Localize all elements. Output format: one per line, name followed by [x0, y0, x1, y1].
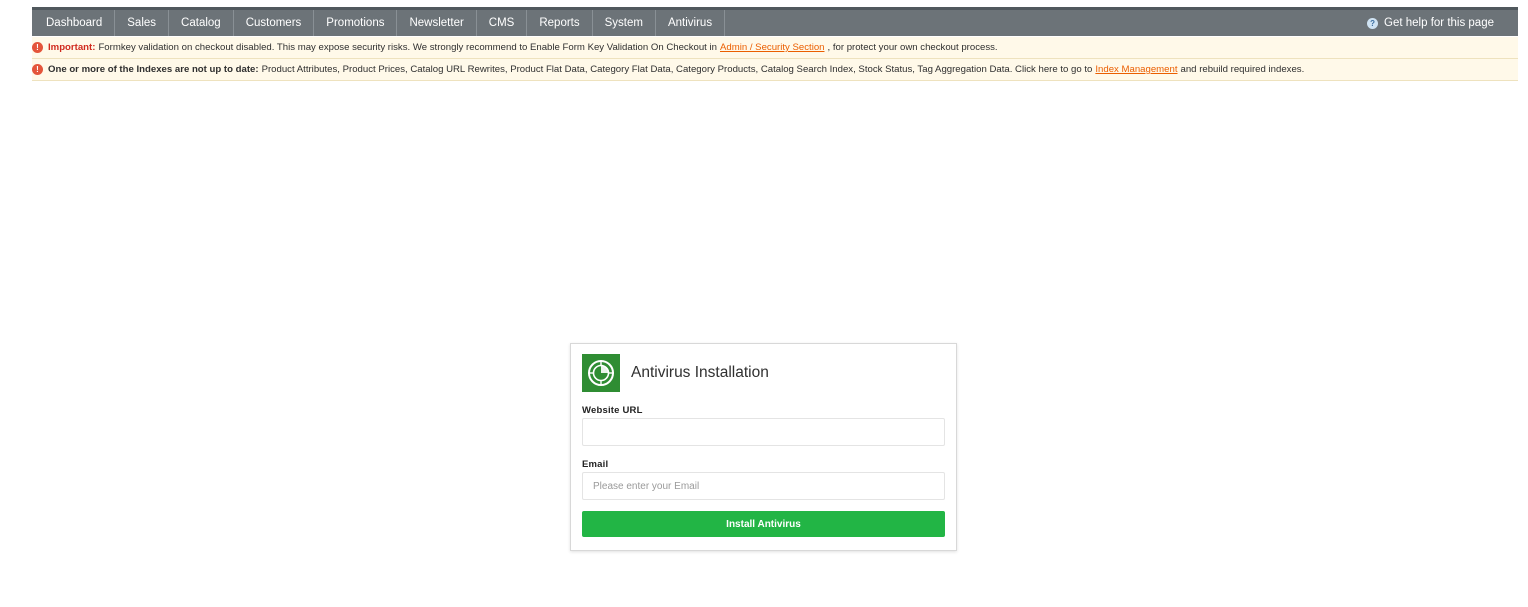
notice-indexes: ! One or more of the Indexes are not up …: [32, 59, 1518, 81]
index-management-link[interactable]: Index Management: [1095, 64, 1177, 75]
nav-item-cms[interactable]: CMS: [477, 10, 528, 36]
card-header: Antivirus Installation: [582, 354, 769, 392]
antivirus-install-card: Antivirus Installation Website URL Email…: [570, 343, 957, 551]
top-strip: [0, 0, 1528, 7]
nav-item-dashboard[interactable]: Dashboard: [32, 10, 116, 36]
nav-item-customers[interactable]: Customers: [234, 10, 315, 36]
antivirus-target-icon: [582, 354, 620, 392]
nav-item-promotions[interactable]: Promotions: [314, 10, 398, 36]
nav-item-reports[interactable]: Reports: [527, 10, 593, 36]
website-url-label: Website URL: [582, 405, 643, 416]
card-title: Antivirus Installation: [631, 364, 769, 381]
notice-heading: One or more of the Indexes are not up to…: [48, 64, 259, 75]
alert-circle-icon: !: [32, 42, 43, 53]
website-url-input[interactable]: [582, 418, 945, 446]
admin-nav-bar: Dashboard Sales Catalog Customers Promot…: [32, 7, 1518, 36]
notice-important: ! Important: Formkey validation on check…: [32, 37, 1518, 59]
admin-page: Dashboard Sales Catalog Customers Promot…: [0, 0, 1528, 607]
notice-heading: Important:: [48, 42, 96, 53]
email-input[interactable]: [582, 472, 945, 500]
notice-text: Formkey validation on checkout disabled.…: [98, 42, 717, 53]
nav-item-system[interactable]: System: [593, 10, 656, 36]
nav-item-newsletter[interactable]: Newsletter: [397, 10, 477, 36]
help-link[interactable]: ? Get help for this page: [1367, 17, 1518, 29]
email-label: Email: [582, 459, 609, 470]
question-circle-icon: ?: [1367, 17, 1379, 29]
install-antivirus-button[interactable]: Install Antivirus: [582, 511, 945, 537]
notice-text: Product Attributes, Product Prices, Cata…: [261, 64, 1093, 75]
nav-item-catalog[interactable]: Catalog: [169, 10, 234, 36]
help-link-label: Get help for this page: [1384, 17, 1494, 29]
notice-text-after: and rebuild required indexes.: [1180, 64, 1305, 75]
alert-circle-icon: !: [32, 64, 43, 75]
notice-text-after: , for protect your own checkout process.: [827, 42, 998, 53]
security-section-link[interactable]: Admin / Security Section: [720, 42, 825, 53]
nav-item-antivirus[interactable]: Antivirus: [656, 10, 726, 36]
nav-item-sales[interactable]: Sales: [115, 10, 170, 36]
nav-menu: Dashboard Sales Catalog Customers Promot…: [32, 10, 726, 36]
